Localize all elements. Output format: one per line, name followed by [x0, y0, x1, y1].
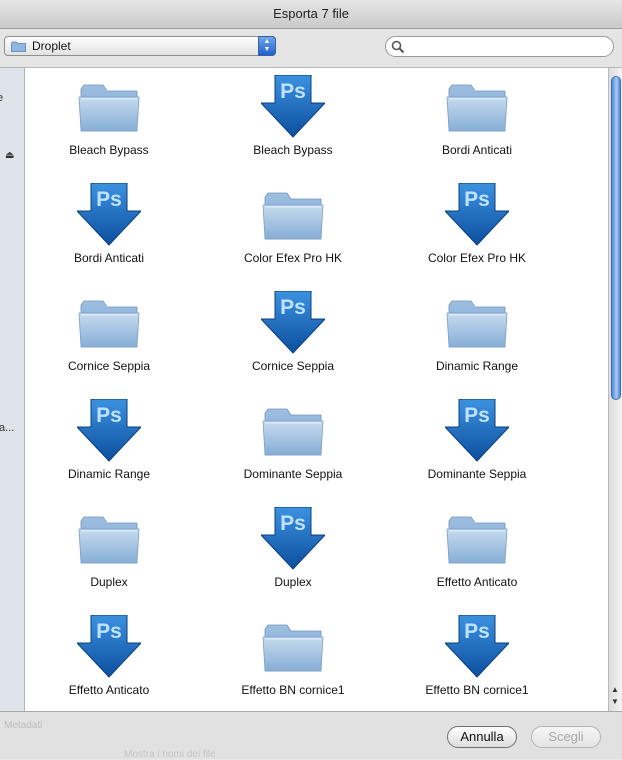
- file-item-name: Duplex: [90, 575, 128, 589]
- folder-icon: [11, 41, 26, 52]
- file-item-name: Dinamic Range: [435, 359, 519, 373]
- vertical-scrollbar[interactable]: ▲ ▼: [608, 68, 622, 711]
- folder-icon: [262, 192, 324, 240]
- file-item[interactable]: Bordi Anticati: [393, 71, 561, 179]
- file-item-name: Dominante Seppia: [243, 467, 343, 481]
- window-title: Esporta 7 file: [0, 0, 622, 29]
- scroll-thumb[interactable]: [611, 76, 621, 400]
- folder-icon: [78, 516, 140, 564]
- folder-icon: [446, 516, 508, 564]
- droplet-icon: Ps: [77, 615, 141, 678]
- droplet-icon: Ps: [261, 75, 325, 138]
- droplet-icon: Ps: [445, 183, 509, 246]
- folder-icon: [446, 84, 508, 132]
- file-item[interactable]: Color Efex Pro HK: [209, 179, 377, 287]
- file-item[interactable]: Duplex: [25, 503, 193, 611]
- folder-icon: [262, 408, 324, 456]
- file-item-name: Color Efex Pro HK: [243, 251, 343, 265]
- file-item-name: Bleach Bypass: [69, 143, 149, 157]
- file-item-name: Effetto BN cornice1: [425, 683, 529, 697]
- file-grid: Bleach Bypass Ps Bleach Bypass Bordi Antica…: [25, 68, 608, 711]
- droplet-icon: Ps: [445, 399, 509, 462]
- file-item[interactable]: Ps Dominante Seppia: [393, 395, 561, 503]
- droplet-icon: Ps: [261, 507, 325, 570]
- svg-text:Ps: Ps: [96, 620, 122, 643]
- file-item-name: Duplex: [274, 575, 312, 589]
- file-item-name: Cornice Seppia: [251, 359, 335, 373]
- file-item[interactable]: Effetto Anticato: [393, 503, 561, 611]
- svg-text:Ps: Ps: [464, 404, 490, 427]
- folder-icon: [446, 300, 508, 348]
- file-item[interactable]: Ps Color Efex Pro HK: [393, 179, 561, 287]
- file-item[interactable]: Bleach Bypass: [25, 71, 193, 179]
- choose-button[interactable]: Scegli: [531, 726, 601, 748]
- file-item-name: Dominante Seppia: [427, 467, 527, 481]
- svg-text:Ps: Ps: [96, 404, 122, 427]
- search-field[interactable]: [385, 36, 614, 57]
- file-item-name: Cornice Seppia: [67, 359, 151, 373]
- location-label: Droplet: [32, 39, 71, 53]
- droplet-icon: Ps: [445, 615, 509, 678]
- file-item[interactable]: Ps Effetto Anticato: [25, 611, 193, 711]
- search-icon: [391, 40, 405, 54]
- svg-text:Ps: Ps: [96, 188, 122, 211]
- file-item[interactable]: Ps Effetto BN cornice1: [393, 611, 561, 711]
- svg-text:Ps: Ps: [280, 296, 306, 319]
- sidebar-item-label[interactable]: a...: [0, 422, 14, 434]
- svg-text:Ps: Ps: [280, 512, 306, 535]
- file-item-name: Dinamic Range: [67, 467, 151, 481]
- toolbar: Droplet ▲ ▼: [0, 29, 622, 68]
- folder-icon: [78, 300, 140, 348]
- scroll-up-arrow-icon[interactable]: ▲: [611, 685, 619, 694]
- svg-text:Ps: Ps: [464, 188, 490, 211]
- file-item[interactable]: Cornice Seppia: [25, 287, 193, 395]
- droplet-icon: Ps: [77, 183, 141, 246]
- file-item-name: Bordi Anticati: [441, 143, 513, 157]
- svg-text:Ps: Ps: [464, 620, 490, 643]
- file-item[interactable]: Dinamic Range: [393, 287, 561, 395]
- sidebar: e ⏏ a...: [0, 68, 25, 711]
- file-item-name: Bleach Bypass: [253, 143, 333, 157]
- option-label: Mostra i nomi dei file: [124, 749, 216, 760]
- eject-icon[interactable]: ⏏: [5, 150, 14, 161]
- folder-icon: [262, 624, 324, 672]
- file-item-name: Bordi Anticati: [73, 251, 145, 265]
- dialog-footer: Metadati Mostra i nomi dei file Annulla …: [0, 711, 622, 760]
- droplet-icon: Ps: [261, 291, 325, 354]
- popup-arrows-icon: ▲ ▼: [258, 36, 276, 56]
- sidebar-item-label[interactable]: e: [0, 92, 3, 104]
- scroll-down-arrow-icon[interactable]: ▼: [611, 697, 619, 706]
- svg-text:Ps: Ps: [280, 80, 306, 103]
- file-item[interactable]: Ps Dinamic Range: [25, 395, 193, 503]
- file-item[interactable]: Ps Cornice Seppia: [209, 287, 377, 395]
- cancel-button[interactable]: Annulla: [447, 726, 517, 748]
- file-item-name: Color Efex Pro HK: [427, 251, 527, 265]
- location-popup[interactable]: Droplet ▲ ▼: [4, 36, 276, 56]
- file-item[interactable]: Dominante Seppia: [209, 395, 377, 503]
- search-input[interactable]: [408, 39, 607, 55]
- folder-icon: [78, 84, 140, 132]
- file-item[interactable]: Ps Duplex: [209, 503, 377, 611]
- metadata-label: Metadati: [4, 720, 43, 731]
- file-item-name: Effetto BN cornice1: [241, 683, 345, 697]
- file-item[interactable]: Effetto BN cornice1: [209, 611, 377, 711]
- file-item-name: Effetto Anticato: [68, 683, 150, 697]
- file-item[interactable]: Ps Bleach Bypass: [209, 71, 377, 179]
- file-item[interactable]: Ps Bordi Anticati: [25, 179, 193, 287]
- file-item-name: Effetto Anticato: [436, 575, 518, 589]
- droplet-icon: Ps: [77, 399, 141, 462]
